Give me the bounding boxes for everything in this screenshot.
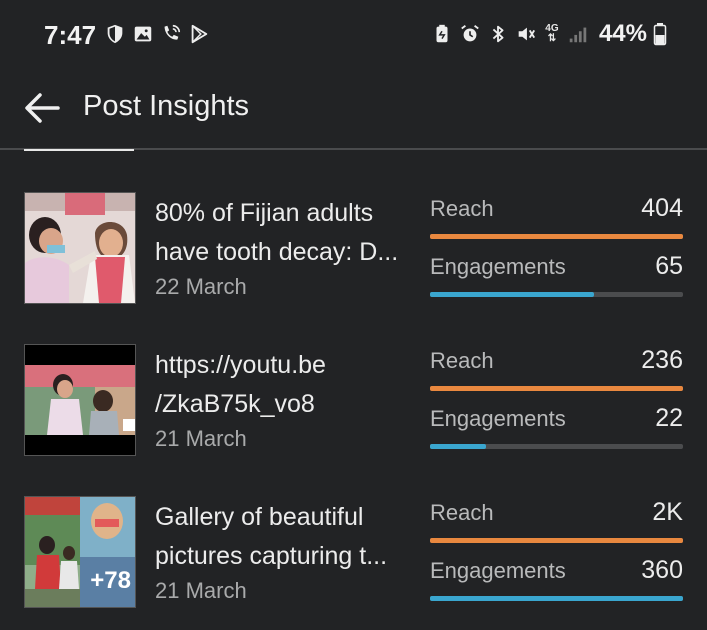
post-date: 21 March xyxy=(155,426,247,451)
more-photos-badge: +78 xyxy=(90,567,131,594)
reach-bar xyxy=(430,386,683,391)
post-title[interactable]: 80% of Fijian adults have tooth decay: D… xyxy=(155,194,410,272)
post-title[interactable]: https://youtu.be /ZkaB75k_vo8 xyxy=(155,346,410,424)
battery-percent: 44% xyxy=(598,20,647,47)
engagement-value: 65 xyxy=(655,252,683,280)
reach-label: Reach xyxy=(430,348,494,373)
reach-bar-fill xyxy=(430,234,683,239)
signal-icon xyxy=(569,27,587,43)
reach-value: 2K xyxy=(652,498,683,526)
app-bar: Post Insights xyxy=(0,72,707,150)
engagement-bar-fill xyxy=(430,292,595,297)
post-thumbnail[interactable] xyxy=(24,192,136,304)
post-title[interactable]: Gallery of beautiful pictures capturing … xyxy=(155,498,410,576)
post-row[interactable]: https://youtu.be /ZkaB75k_vo8 21 March R… xyxy=(0,344,707,456)
status-time: 7:47 xyxy=(44,20,97,50)
engagement-label: Engagements xyxy=(430,406,566,431)
reach-bar xyxy=(430,234,683,239)
reach-value: 404 xyxy=(641,194,683,222)
engagement-label: Engagements xyxy=(430,254,566,279)
vibrate-mute-icon xyxy=(518,27,535,41)
network-type: 4G ⇅ xyxy=(545,23,559,44)
post-row[interactable]: 80% of Fijian adults have tooth decay: D… xyxy=(0,192,707,304)
engagement-bar-fill xyxy=(430,444,486,449)
post-thumbnail[interactable]: +78 xyxy=(24,496,136,608)
previous-item-edge xyxy=(24,149,134,151)
bluetooth-icon xyxy=(492,25,504,43)
page-title: Post Insights xyxy=(83,90,250,122)
reach-value: 236 xyxy=(641,346,683,374)
reach-label: Reach xyxy=(430,196,494,221)
engagement-bar xyxy=(430,292,683,297)
reach-label: Reach xyxy=(430,500,494,525)
back-arrow-icon[interactable] xyxy=(20,86,64,130)
image-icon xyxy=(134,26,152,42)
post-date: 21 March xyxy=(155,578,247,603)
engagement-value: 22 xyxy=(655,404,683,432)
status-right-icons: 4G ⇅ 44% xyxy=(431,20,667,48)
status-bar: 7:47 4G ⇅ 44% xyxy=(0,0,707,72)
reach-bar xyxy=(430,538,683,543)
shield-icon xyxy=(107,24,123,44)
engagement-label: Engagements xyxy=(430,558,566,583)
status-left-icons xyxy=(104,22,210,46)
reach-bar-fill xyxy=(430,386,683,391)
post-thumbnail[interactable] xyxy=(24,344,136,456)
battery-saver-icon xyxy=(436,24,448,43)
engagement-bar xyxy=(430,596,683,601)
post-date: 22 March xyxy=(155,274,247,299)
post-row[interactable]: +78 Gallery of beautiful pictures captur… xyxy=(0,496,707,608)
reach-bar-fill xyxy=(430,538,683,543)
wifi-call-icon xyxy=(164,24,181,40)
alarm-icon xyxy=(461,25,479,42)
engagement-bar xyxy=(430,444,683,449)
play-store-icon xyxy=(191,24,208,44)
engagement-value: 360 xyxy=(641,556,683,584)
battery-icon xyxy=(653,23,667,46)
engagement-bar-fill xyxy=(430,596,683,601)
